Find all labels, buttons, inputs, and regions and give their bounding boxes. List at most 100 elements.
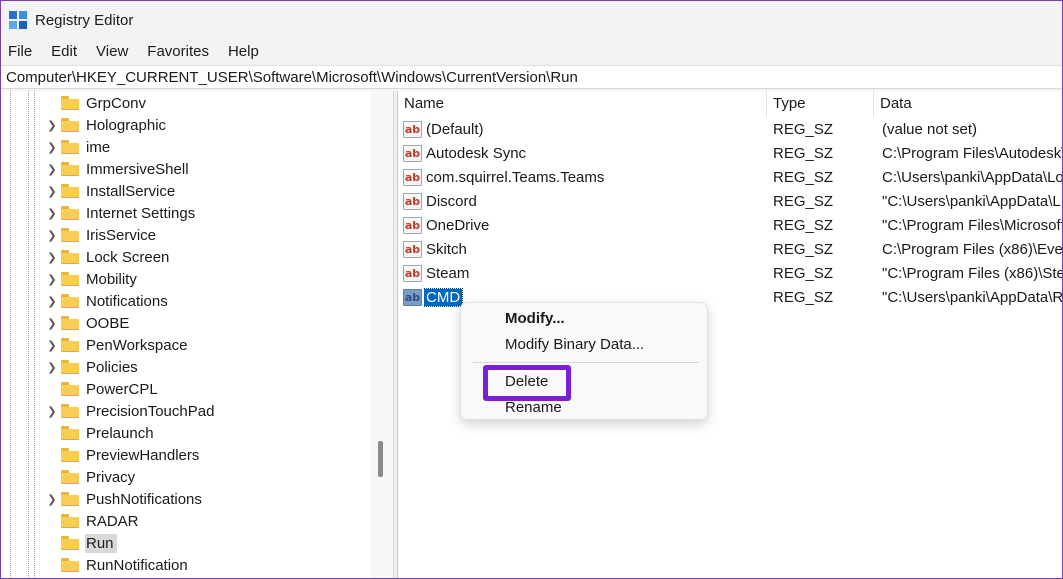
tree-item[interactable]: ❯ OOBE: [45, 312, 132, 334]
value-row[interactable]: ab Skitch REG_SZ C:\Program Files (x86)\Eve…: [398, 238, 1062, 262]
menu-view[interactable]: View: [96, 43, 128, 60]
menu-edit[interactable]: Edit: [51, 43, 77, 60]
tree-item-label: PreviewHandlers: [86, 446, 200, 464]
chevron-right-icon[interactable]: ❯: [45, 400, 59, 422]
value-data: "C:\Users\panki\AppData\R: [882, 289, 1062, 306]
address-bar[interactable]: Computer\HKEY_CURRENT_USER\Software\Micr…: [1, 65, 1062, 89]
value-data: (value not set): [882, 121, 978, 138]
context-menu: Modify... Modify Binary Data... Delete R…: [460, 302, 708, 420]
tree-item-label: OOBE: [86, 314, 130, 332]
tree-item[interactable]: PreviewHandlers: [45, 444, 202, 466]
tree-item[interactable]: ❯ PenWorkspace: [45, 334, 190, 356]
value-name: CMD: [424, 288, 464, 307]
folder-icon: [61, 206, 79, 220]
tree-item[interactable]: ❯ PrecisionTouchPad: [45, 400, 217, 422]
tree-item[interactable]: Run: [45, 532, 117, 554]
chevron-right-icon[interactable]: ❯: [45, 334, 59, 356]
value-row[interactable]: ab Autodesk Sync REG_SZ C:\Program Files\Au…: [398, 142, 1062, 166]
context-menu-modify[interactable]: Modify...: [505, 310, 565, 327]
tree-item[interactable]: ❯ Policies: [45, 356, 141, 378]
chevron-right-icon[interactable]: ❯: [45, 312, 59, 334]
key-tree-pane[interactable]: GrpConv ❯ Holographic ❯ ime ❯ ImmersiveShell ❯ I…: [1, 91, 393, 578]
tree-item[interactable]: ❯ Notifications: [45, 290, 171, 312]
tree-item[interactable]: RADAR: [45, 510, 142, 532]
chevron-right-icon[interactable]: ❯: [45, 290, 59, 312]
value-row[interactable]: ab Steam REG_SZ "C:\Program Files (x86)\Ste…: [398, 262, 1062, 286]
context-menu-modify-binary[interactable]: Modify Binary Data...: [505, 336, 644, 353]
tree-item-label: RADAR: [86, 512, 139, 530]
tree-item-label: ime: [86, 138, 111, 156]
chevron-right-icon[interactable]: ❯: [45, 136, 59, 158]
value-row[interactable]: ab com.squirrel.Teams.Teams REG_SZ C:\Users…: [398, 166, 1062, 190]
chevron-right-icon[interactable]: ❯: [45, 246, 59, 268]
chevron-right-icon[interactable]: ❯: [45, 224, 59, 246]
folder-icon: [61, 272, 79, 286]
tree-item-label: ImmersiveShell: [86, 160, 189, 178]
tree-item-label: IrisService: [86, 226, 157, 244]
folder-icon: [61, 184, 79, 198]
tree-item-label: Notifications: [86, 292, 168, 310]
value-data: C:\Program Files (x86)\Everi: [882, 241, 1062, 258]
chevron-right-icon[interactable]: ❯: [45, 114, 59, 136]
folder-icon: [61, 558, 79, 572]
tree-item[interactable]: ❯ Holographic: [45, 114, 169, 136]
tree-guide-line: [34, 91, 35, 578]
value-name: (Default): [426, 121, 484, 138]
tree-item[interactable]: PowerCPL: [45, 378, 161, 400]
menu-file[interactable]: File: [8, 43, 32, 60]
value-row[interactable]: ab (Default) REG_SZ (value not set): [398, 118, 1062, 142]
tree-scrollbar-thumb[interactable]: [378, 441, 383, 477]
tree-item[interactable]: GrpConv: [45, 92, 149, 114]
folder-icon: [61, 470, 79, 484]
string-value-icon: ab: [403, 169, 422, 186]
column-header-data[interactable]: Data: [874, 91, 1062, 117]
chevron-right-icon[interactable]: ❯: [45, 356, 59, 378]
tree-item[interactable]: ❯ InstallService: [45, 180, 178, 202]
value-data: C:\Users\panki\AppData\Lo: [882, 169, 1062, 186]
menu-favorites[interactable]: Favorites: [147, 43, 209, 60]
tree-item[interactable]: Privacy: [45, 466, 138, 488]
value-name-cell: (Default): [424, 118, 764, 142]
folder-icon: [61, 228, 79, 242]
tree-item[interactable]: ❯ ImmersiveShell: [45, 158, 192, 180]
context-menu-separator: [473, 362, 699, 363]
string-value-icon: ab: [403, 241, 422, 258]
value-row[interactable]: ab OneDrive REG_SZ "C:\Program Files\Micros…: [398, 214, 1062, 238]
title-bar: Registry Editor: [1, 1, 1062, 39]
value-data: "C:\Users\panki\AppData\L: [882, 193, 1061, 210]
value-row[interactable]: ab Discord REG_SZ "C:\Users\panki\AppData\L: [398, 190, 1062, 214]
value-data: "C:\Program Files (x86)\Stea: [882, 265, 1062, 282]
window-title: Registry Editor: [35, 11, 134, 29]
value-name-cell: Steam: [424, 262, 764, 286]
chevron-right-icon[interactable]: ❯: [45, 488, 59, 510]
tree-item[interactable]: ❯ Mobility: [45, 268, 140, 290]
chevron-right-icon[interactable]: ❯: [45, 202, 59, 224]
tree-item[interactable]: Prelaunch: [45, 422, 157, 444]
value-name-cell: OneDrive: [424, 214, 764, 238]
tree-item[interactable]: ❯ Lock Screen: [45, 246, 172, 268]
tree-item[interactable]: ❯ Internet Settings: [45, 202, 198, 224]
context-menu-rename[interactable]: Rename: [505, 399, 562, 416]
value-type: REG_SZ: [773, 193, 834, 210]
folder-icon: [61, 426, 79, 440]
chevron-right-icon[interactable]: ❯: [45, 180, 59, 202]
folder-icon: [61, 448, 79, 462]
folder-icon: [61, 140, 79, 154]
folder-icon: [61, 404, 79, 418]
column-header-type[interactable]: Type: [767, 91, 874, 117]
tree-item[interactable]: RunNotification: [45, 554, 191, 576]
value-name-cell: Discord: [424, 190, 764, 214]
chevron-right-icon[interactable]: ❯: [45, 158, 59, 180]
chevron-right-icon[interactable]: ❯: [45, 268, 59, 290]
tree-item[interactable]: ❯ ime: [45, 136, 113, 158]
tree-scrollbar[interactable]: [371, 91, 393, 578]
menu-help[interactable]: Help: [228, 43, 259, 60]
tree-item[interactable]: ❯ IrisService: [45, 224, 159, 246]
value-name: Autodesk Sync: [426, 145, 527, 162]
column-header-name[interactable]: Name: [398, 91, 767, 117]
value-name: Discord: [426, 193, 477, 210]
tree-item[interactable]: ❯ PushNotifications: [45, 488, 205, 510]
folder-icon: [61, 250, 79, 264]
